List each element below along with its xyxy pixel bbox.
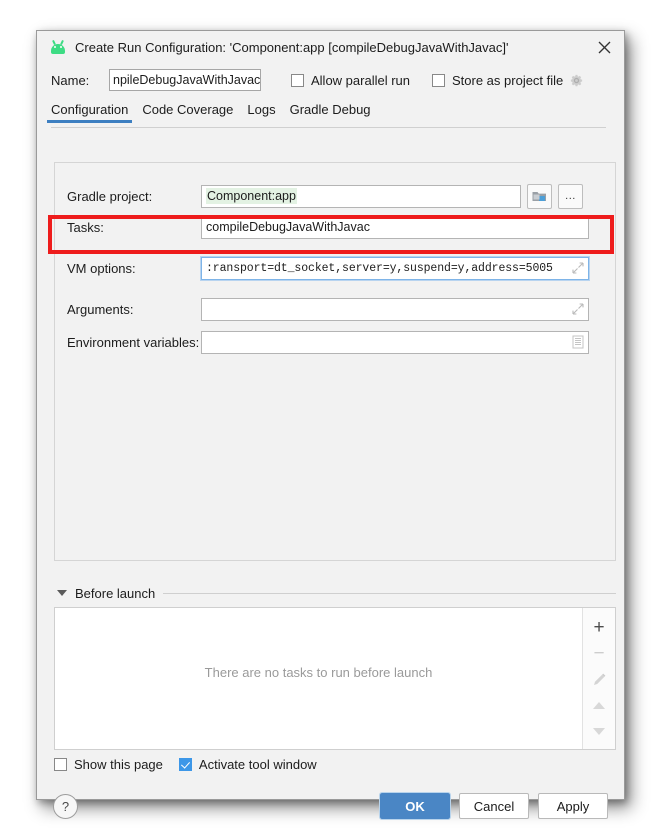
store-as-project-file-box[interactable] xyxy=(432,73,445,87)
tab-bar: Configuration Code Coverage Logs Gradle … xyxy=(46,100,624,128)
expand-icon[interactable] xyxy=(572,303,584,315)
store-as-project-file-checkbox[interactable]: Store as project file xyxy=(432,73,584,88)
gradle-project-row: Gradle project: Component:app ... xyxy=(55,183,615,209)
allow-parallel-run-checkbox[interactable]: Allow parallel run xyxy=(291,73,410,88)
tasks-label: Tasks: xyxy=(67,219,104,235)
before-launch-title: Before launch xyxy=(75,585,156,601)
browse-button-label: ... xyxy=(565,190,576,202)
arrow-up-icon xyxy=(593,701,605,709)
vm-options-input[interactable]: :ransport=dt_socket,server=y,suspend=y,a… xyxy=(200,255,590,281)
browse-button[interactable]: ... xyxy=(558,183,583,209)
chevron-down-icon[interactable] xyxy=(57,590,67,596)
name-label: Name: xyxy=(51,72,90,88)
arguments-input[interactable] xyxy=(201,297,589,321)
screen: Create Run Configuration: 'Component:app… xyxy=(0,0,663,834)
before-launch-panel: There are no tasks to run before launch … xyxy=(54,607,616,750)
dialog-footer: ? OK Cancel Apply xyxy=(37,789,624,823)
arguments-row: Arguments: xyxy=(55,296,615,322)
dialog-titlebar: Create Run Configuration: 'Component:app… xyxy=(37,31,624,64)
tab-logs[interactable]: Logs xyxy=(247,100,275,123)
dialog-title: Create Run Configuration: 'Component:app… xyxy=(75,40,509,55)
tasks-row: Tasks: compileDebugJavaWithJavac xyxy=(55,214,615,240)
remove-task-button[interactable]: − xyxy=(586,640,612,666)
name-input[interactable]: npileDebugJavaWithJavac] xyxy=(109,69,261,91)
configuration-panel: Gradle project: Component:app ... Tasks:… xyxy=(54,162,616,561)
environment-variables-input[interactable] xyxy=(201,330,589,354)
create-run-configuration-dialog: Create Run Configuration: 'Component:app… xyxy=(36,30,625,820)
environment-variables-label: Environment variables: xyxy=(67,334,200,350)
move-task-down-button[interactable] xyxy=(586,718,612,744)
arrow-down-icon xyxy=(593,727,605,735)
move-task-up-button[interactable] xyxy=(586,692,612,718)
before-launch-header: Before launch xyxy=(54,583,616,603)
close-icon[interactable] xyxy=(590,34,618,60)
tab-divider xyxy=(51,127,606,128)
android-robot-icon xyxy=(49,39,67,56)
help-button[interactable]: ? xyxy=(53,793,78,819)
minus-icon: − xyxy=(593,642,605,664)
tasks-value: compileDebugJavaWithJavac xyxy=(206,220,370,234)
before-launch-empty-message: There are no tasks to run before launch xyxy=(204,665,433,680)
tab-configuration[interactable]: Configuration xyxy=(46,100,133,123)
apply-button[interactable]: Apply xyxy=(538,793,608,819)
vm-options-row: VM options: :ransport=dt_socket,server=y… xyxy=(55,255,615,281)
expand-icon[interactable] xyxy=(572,262,584,274)
before-launch-toolbar: + − xyxy=(582,608,615,749)
store-as-project-file-label: Store as project file xyxy=(452,72,564,88)
vm-options-value: :ransport=dt_socket,server=y,suspend=y,a… xyxy=(206,261,553,275)
before-launch-separator xyxy=(163,592,616,594)
gradle-project-input[interactable]: Component:app xyxy=(201,184,521,208)
before-launch-task-list[interactable]: There are no tasks to run before launch xyxy=(55,608,582,749)
show-this-page-box[interactable] xyxy=(54,758,67,771)
allow-parallel-run-box[interactable] xyxy=(291,73,304,87)
gear-icon[interactable] xyxy=(569,73,584,88)
footer-checkboxes: Show this page Activate tool window xyxy=(54,757,317,772)
show-this-page-label: Show this page xyxy=(74,757,163,772)
edit-task-button[interactable] xyxy=(586,666,612,692)
cancel-button[interactable]: Cancel xyxy=(459,793,529,819)
activate-tool-window-box[interactable] xyxy=(178,758,192,771)
arguments-label: Arguments: xyxy=(67,301,134,317)
show-this-page-checkbox[interactable]: Show this page xyxy=(54,757,163,772)
gradle-project-label: Gradle project: xyxy=(67,188,153,204)
gradle-project-value: Component:app xyxy=(206,188,297,204)
activate-tool-window-checkbox[interactable]: Activate tool window xyxy=(178,757,317,772)
vm-options-label: VM options: xyxy=(67,260,136,276)
tab-code-coverage[interactable]: Code Coverage xyxy=(142,100,233,123)
ok-button[interactable]: OK xyxy=(379,792,451,820)
plus-icon: + xyxy=(593,616,605,638)
tab-gradle-debug[interactable]: Gradle Debug xyxy=(290,100,371,123)
add-task-button[interactable]: + xyxy=(586,614,612,640)
activate-tool-window-label: Activate tool window xyxy=(198,757,317,772)
document-list-icon[interactable] xyxy=(572,335,584,349)
folder-icon[interactable] xyxy=(527,183,552,209)
tasks-input[interactable]: compileDebugJavaWithJavac xyxy=(201,215,589,239)
environment-variables-row: Environment variables: xyxy=(55,329,615,355)
pencil-icon xyxy=(593,673,605,685)
name-row: Name: npileDebugJavaWithJavac] Allow par… xyxy=(37,64,624,96)
allow-parallel-run-label: Allow parallel run xyxy=(311,72,410,88)
